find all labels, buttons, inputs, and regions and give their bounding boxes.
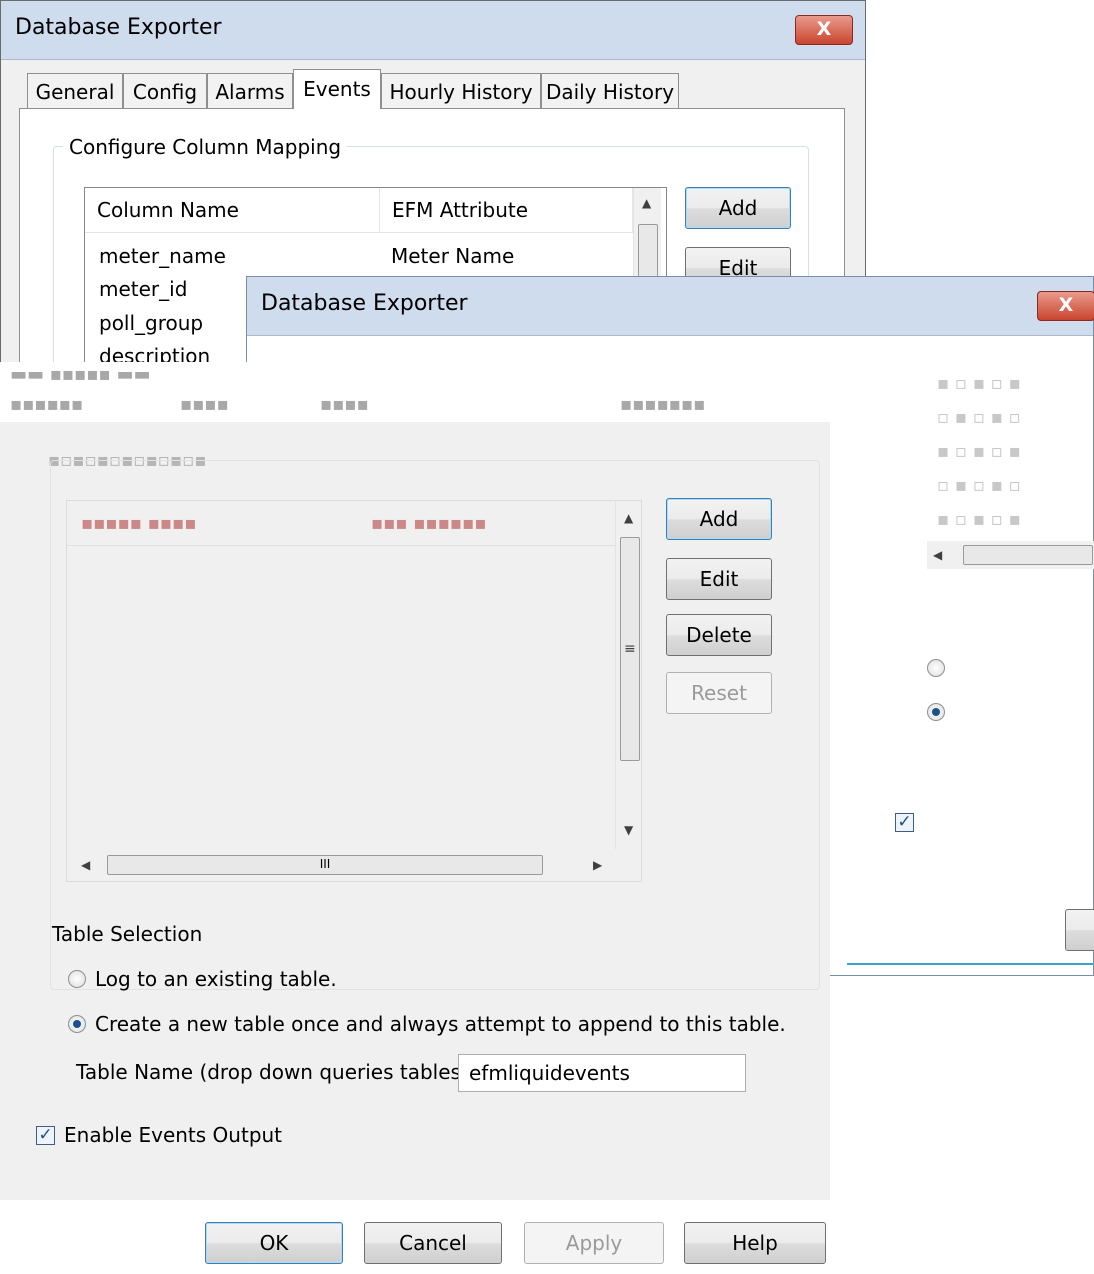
- middle-title-bar: Database Exporter X: [247, 277, 1094, 336]
- middle-garbled-text: ▫ ▪ ▫ ▪ ▫: [937, 407, 1021, 428]
- back-tab-daily-history[interactable]: Daily History: [541, 73, 679, 109]
- front-reset-button[interactable]: Reset: [666, 672, 772, 714]
- enable-events-label[interactable]: Enable Events Output: [64, 1123, 282, 1147]
- back-close-button[interactable]: X: [795, 15, 853, 45]
- radio-log-existing[interactable]: [68, 970, 86, 988]
- front-edit-button[interactable]: Edit: [666, 558, 772, 600]
- middle-garbled-text: ▪ ▫ ▪ ▫ ▪: [937, 509, 1021, 530]
- middle-garbled-text: ▫ ▪ ▫ ▪ ▫: [937, 475, 1021, 496]
- front-scroll-grip-icon: ≡: [624, 641, 636, 657]
- back-efm-attribute-header[interactable]: EFM Attribute: [380, 188, 633, 232]
- footer-button-row: OK Cancel Apply Help: [0, 1200, 1094, 1274]
- back-tab-hourly-history[interactable]: Hourly History: [381, 73, 541, 109]
- middle-enable-checkbox[interactable]: ✓: [895, 813, 914, 832]
- middle-scroll-left-icon[interactable]: ◀: [933, 548, 942, 562]
- front-garbled-tab: ▪▪▪▪: [180, 394, 229, 415]
- middle-partial-button[interactable]: [1065, 909, 1094, 951]
- middle-divider-line: [847, 963, 1094, 965]
- back-row-1-name: meter_name: [99, 244, 226, 268]
- back-tab-config[interactable]: Config: [123, 73, 207, 109]
- front-column-list[interactable]: ▪▪▪▪▪ ▪▪▪▪ ▪▪▪ ▪▪▪▪▪▪ ▲ ≡ ▼ ◀ III ▶: [66, 500, 642, 882]
- back-add-button[interactable]: Add: [685, 187, 791, 229]
- back-row-3-name: poll_group: [99, 311, 204, 335]
- front-dialog-window: ▬▬ ▪▪▪▪▪ ▬▬ ▪▪▪▪▪▪ ▪▪▪▪ ▪▪▪▪ ▪▪▪▪▪▪▪ ▪▫▪…: [0, 362, 830, 1274]
- radio-create-new[interactable]: [68, 1015, 86, 1033]
- front-column-name-header[interactable]: ▪▪▪▪▪ ▪▪▪▪: [81, 513, 351, 534]
- front-list-hscroll[interactable]: ◀ III ▶: [67, 851, 615, 879]
- front-scroll-down-icon[interactable]: ▼: [624, 823, 633, 837]
- middle-hscroll[interactable]: ◀: [927, 541, 1094, 569]
- back-list-header: Column Name EFM Attribute: [85, 188, 633, 233]
- back-row-2-name: meter_id: [99, 277, 188, 301]
- back-row-1-attr: Meter Name: [391, 244, 515, 268]
- help-button[interactable]: Help: [684, 1222, 826, 1264]
- middle-close-button[interactable]: X: [1037, 291, 1094, 321]
- middle-window-title: Database Exporter: [261, 291, 468, 316]
- front-garbled-tab: ▪▪▪▪: [320, 394, 369, 415]
- front-tab-strip: ▬▬ ▪▪▪▪▪ ▬▬ ▪▪▪▪▪▪ ▪▪▪▪ ▪▪▪▪ ▪▪▪▪▪▪▪: [0, 362, 830, 422]
- front-garbled-tab: ▪▪▪▪▪▪: [10, 394, 84, 415]
- back-column-name-header[interactable]: Column Name: [85, 188, 380, 232]
- cancel-button[interactable]: Cancel: [364, 1222, 502, 1264]
- enable-events-checkbox[interactable]: ✓: [36, 1126, 55, 1145]
- front-add-button[interactable]: Add: [666, 498, 772, 540]
- table-name-label: Table Name (drop down queries tables): [76, 1060, 469, 1084]
- back-tab-alarms[interactable]: Alarms: [207, 73, 293, 109]
- front-scroll-right-icon[interactable]: ▶: [593, 858, 602, 872]
- back-title-bar: Database Exporter X: [1, 1, 865, 60]
- front-scroll-left-icon[interactable]: ◀: [81, 858, 90, 872]
- front-garbled-tab: ▪▪▪▪▪▪▪: [620, 394, 706, 415]
- middle-hscroll-thumb[interactable]: [963, 545, 1093, 565]
- ok-button[interactable]: OK: [205, 1222, 343, 1264]
- back-column-mapping-label: Configure Column Mapping: [63, 135, 348, 159]
- middle-radio-existing[interactable]: [927, 659, 945, 677]
- front-list-header-line: [67, 545, 615, 546]
- radio-log-existing-label[interactable]: Log to an existing table.: [95, 967, 337, 991]
- table-name-field[interactable]: efmliquidevents: [458, 1054, 746, 1092]
- back-scroll-up-icon[interactable]: ▲: [642, 196, 651, 210]
- middle-radio-new[interactable]: [927, 703, 945, 721]
- front-garbled-tab: ▬▬ ▪▪▪▪▪ ▬▬: [10, 364, 151, 385]
- front-delete-button[interactable]: Delete: [666, 614, 772, 656]
- front-hscroll-thumb[interactable]: III: [107, 855, 543, 875]
- radio-create-new-label[interactable]: Create a new table once and always attem…: [95, 1012, 786, 1036]
- back-window-title: Database Exporter: [15, 15, 222, 40]
- middle-garbled-text: ▪ ▫ ▪ ▫ ▪: [937, 373, 1021, 394]
- table-selection-label: Table Selection: [52, 922, 203, 946]
- front-scroll-up-icon[interactable]: ▲: [624, 511, 633, 525]
- front-efm-attribute-header[interactable]: ▪▪▪ ▪▪▪▪▪▪: [371, 513, 591, 534]
- back-tab-events[interactable]: Events: [293, 69, 381, 109]
- front-list-vscroll[interactable]: ▲ ≡ ▼: [615, 501, 641, 849]
- apply-button[interactable]: Apply: [524, 1222, 664, 1264]
- middle-garbled-text: ▪ ▫ ▪ ▫ ▪: [937, 441, 1021, 462]
- back-tab-general[interactable]: General: [27, 73, 123, 109]
